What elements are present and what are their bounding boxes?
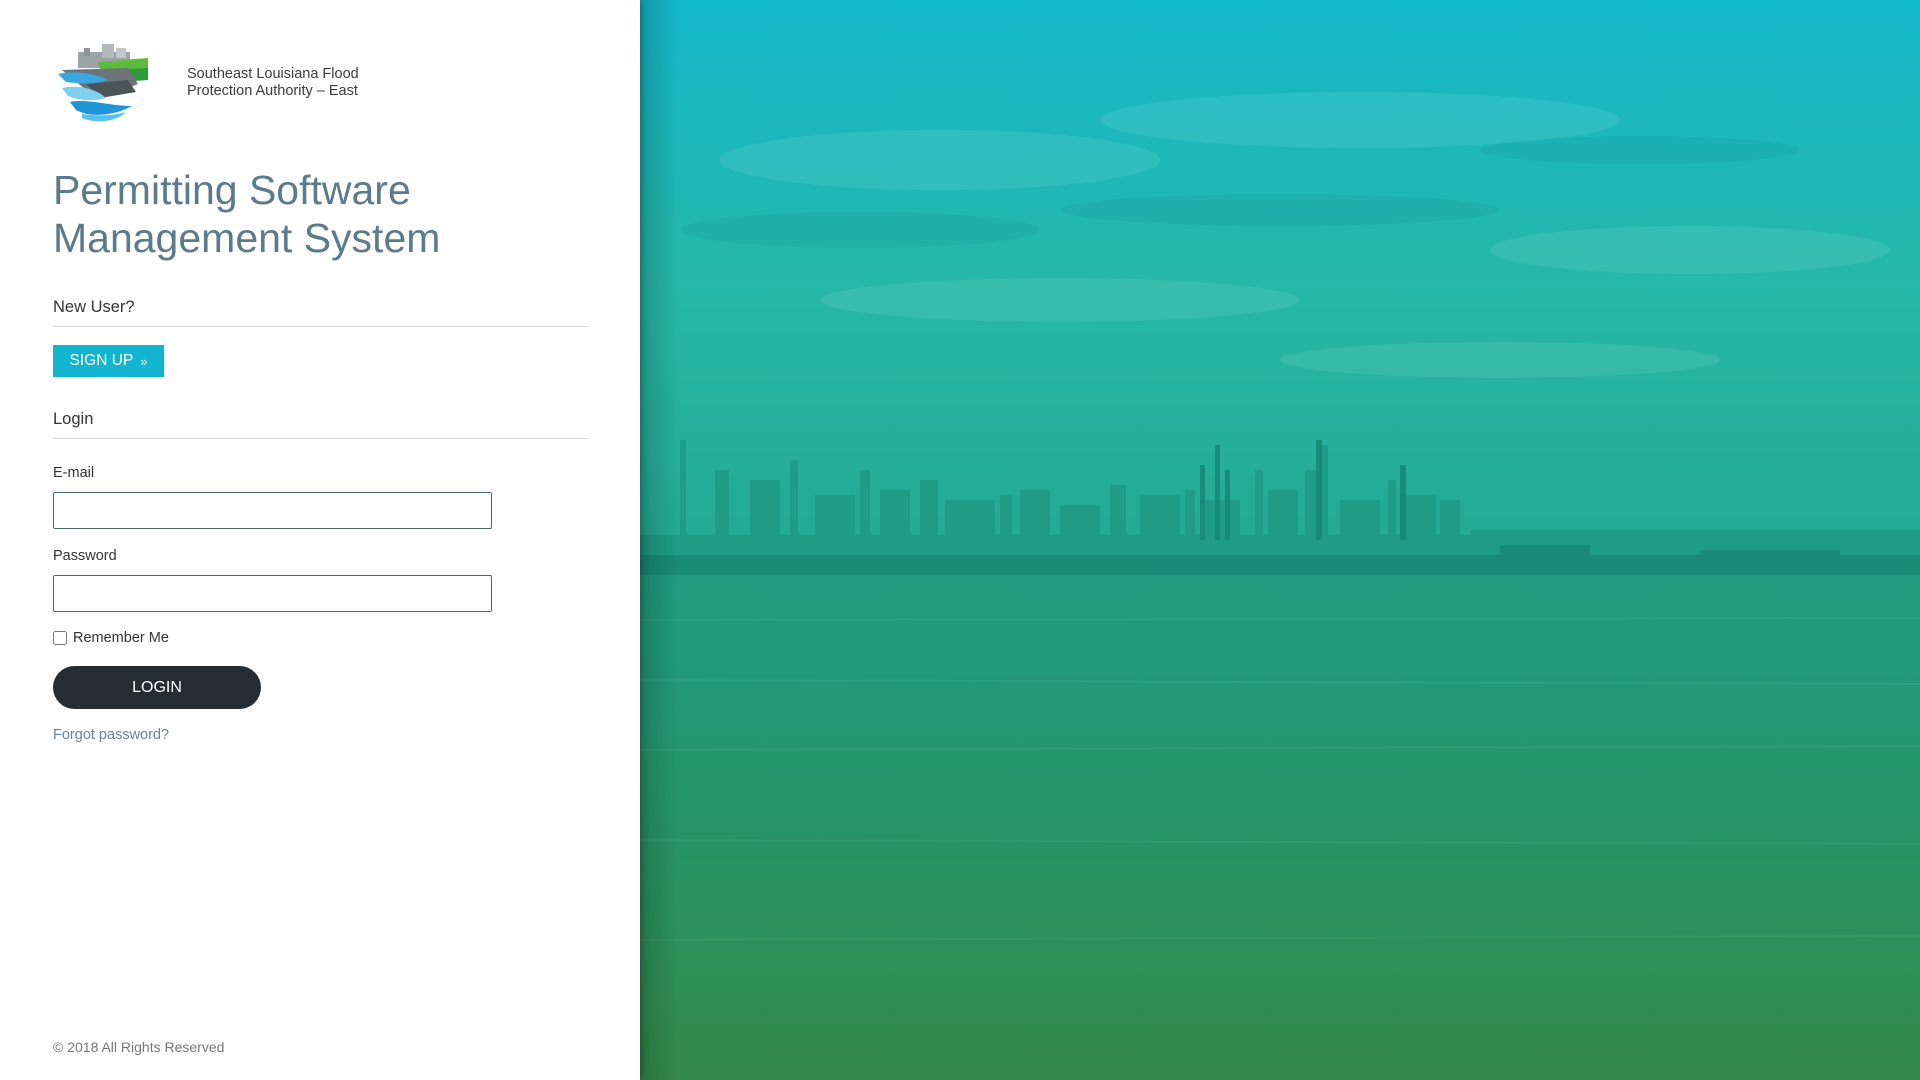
double-chevron-right-icon: »: [140, 353, 148, 369]
page-title-line1: Permitting Software: [53, 167, 411, 213]
remember-me-label: Remember Me: [73, 630, 169, 646]
password-label: Password: [53, 548, 117, 564]
signup-button[interactable]: SIGN UP »: [53, 345, 164, 377]
organization-name-line1: Southeast Louisiana Flood: [187, 66, 359, 82]
password-input[interactable]: [53, 575, 492, 612]
organization-name-line2: Protection Authority – East: [187, 83, 358, 99]
industrial-skyline-image: [640, 0, 1920, 1080]
brand-header: Southeast Louisiana Flood Protection Aut…: [56, 40, 387, 126]
email-label: E-mail: [53, 465, 95, 481]
login-panel: Southeast Louisiana Flood Protection Aut…: [0, 0, 640, 1080]
email-input[interactable]: [53, 492, 492, 529]
page-title-line2: Management System: [53, 215, 441, 261]
login-button[interactable]: LOGIN: [53, 666, 261, 709]
remember-me-checkbox[interactable]: [53, 631, 67, 645]
login-page: Southeast Louisiana Flood Protection Aut…: [0, 0, 1920, 1080]
page-title: Permitting Software Management System: [53, 166, 573, 262]
login-heading: Login: [53, 410, 588, 439]
hero-image: [640, 0, 1920, 1080]
remember-me-row: Remember Me: [53, 630, 169, 646]
new-user-heading: New User?: [53, 298, 588, 327]
copyright-text: © 2018 All Rights Reserved: [53, 1039, 225, 1055]
flood-protection-logo: [58, 44, 148, 122]
organization-name: Southeast Louisiana Flood Protection Aut…: [187, 66, 387, 100]
signup-button-label: SIGN UP: [69, 352, 134, 369]
forgot-password-link[interactable]: Forgot password?: [53, 727, 169, 743]
